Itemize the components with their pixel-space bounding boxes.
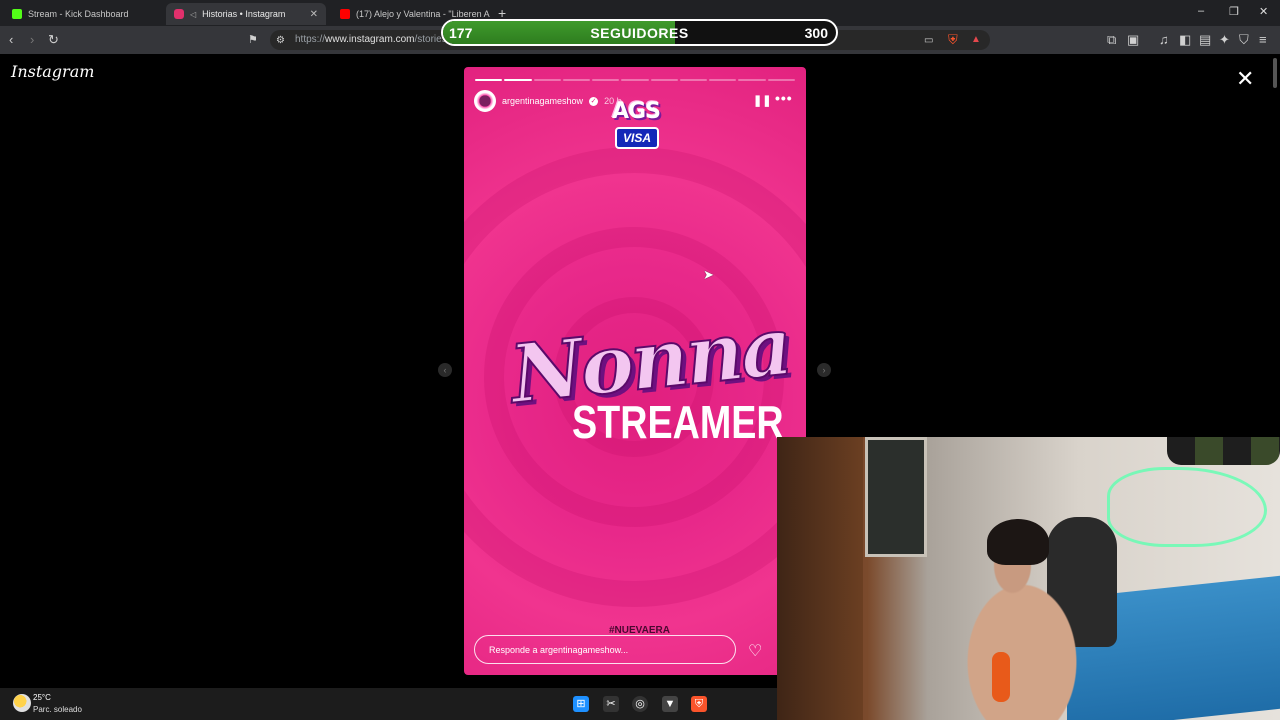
weather-description[interactable]: Parc. soleado [33,705,82,714]
leo-ai-icon[interactable]: ✦ [1219,32,1230,48]
tab-title: (17) Alejo y Valentina - "Liberen A Ca [356,9,492,19]
reload-icon[interactable]: ↻ [48,32,59,48]
app-icon[interactable]: ▼ [662,696,678,712]
reply-input[interactable]: Responde a argentinagameshow... [474,635,736,664]
progress-segment [650,79,678,81]
close-story-icon[interactable]: ✕ [1236,66,1254,92]
webcam-overlay [777,437,1280,720]
progress-segment [562,79,591,81]
brand-logo-text: AGS [612,99,661,124]
sidebar-icon[interactable]: ◧ [1179,32,1191,48]
vpn-icon[interactable]: ⛉ [1239,32,1249,48]
windows-start-icon[interactable]: ⊞ [573,696,589,712]
restore-icon[interactable]: ❐ [1229,5,1239,18]
next-story-icon[interactable]: › [817,363,831,377]
tab-kick-dashboard[interactable]: Stream - Kick Dashboard [4,3,164,25]
weather-temperature[interactable]: 25°C [33,693,51,702]
tab-title: Historias • Instagram [202,9,286,19]
webcam-neon-light [1107,467,1267,547]
back-icon[interactable]: ‹ [9,32,13,48]
progress-segment [621,79,649,81]
tab-title: Stream - Kick Dashboard [28,9,129,19]
progress-segment [738,79,766,81]
verified-badge-icon: ✓ [589,96,599,106]
more-options-icon[interactable]: ••• [775,90,793,106]
site-settings-icon[interactable]: ⚙ [276,33,285,49]
progress-segment [679,79,708,81]
instagram-logo[interactable]: Instagram [11,62,94,81]
webcam-window [865,437,927,557]
cast-icon[interactable]: ▭ [924,33,933,49]
tab-instagram[interactable]: ◁ Historias • Instagram ✕ [166,3,326,25]
url-text[interactable]: https://www.instagram.com/stories/ [295,34,450,45]
visa-badge: VISA [615,127,659,149]
forward-icon[interactable]: › [30,32,34,48]
story-header: argentinagameshow ✓ 20 h [474,90,622,112]
music-icon[interactable]: ♫ [1159,32,1169,48]
webcam-door [777,437,863,720]
taskbar [0,688,777,720]
wallet-icon[interactable]: ▤ [1199,32,1211,48]
story-progress [475,79,795,81]
youtube-icon [340,9,350,19]
webcam-caps [1167,437,1280,465]
story-viewer[interactable]: argentinagameshow ✓ 20 h ❚❚ ••• AGS VISA… [464,67,806,675]
pause-icon[interactable]: ❚❚ [753,94,771,107]
brave-shields-icon[interactable]: ⛨ [948,32,958,48]
close-tab-icon[interactable]: ✕ [310,9,318,20]
followers-goal-bar: 177 SEGUIDORES 300 [441,19,838,46]
menu-icon[interactable]: ≡ [1259,32,1267,48]
obs-icon[interactable]: ◎ [632,696,648,712]
followers-goal: 300 [804,25,828,41]
scrollbar[interactable] [1273,58,1277,88]
kick-icon [12,9,22,19]
bookmark-icon[interactable]: ⚑ [248,32,258,48]
progress-segment [504,79,532,81]
progress-segment [709,79,737,81]
capcut-icon[interactable]: ✂ [603,696,619,712]
instagram-icon [174,9,184,19]
weather-icon[interactable] [13,694,31,712]
progress-segment [533,79,561,81]
previous-story-icon[interactable]: ‹ [438,363,452,377]
window-close-icon[interactable]: ✕ [1259,5,1268,18]
extensions-icon[interactable]: ⧉ [1107,32,1116,48]
minimize-icon[interactable]: – [1198,5,1204,17]
screenshot-icon[interactable]: ▣ [1127,32,1139,48]
followers-label: SEGUIDORES [590,25,689,41]
mouse-cursor-icon: ➤ [703,267,714,282]
story-subheadline: STREAMER [572,396,784,448]
like-heart-icon[interactable]: ♡ [748,641,762,661]
progress-segment [767,79,795,81]
webcam-streamer-hair [987,519,1049,565]
screen: Stream - Kick Dashboard ◁ Historias • In… [0,0,1280,720]
webcam-microphone [992,652,1010,702]
progress-segment [475,79,503,81]
rewards-icon[interactable]: ▲ [971,32,981,48]
avatar[interactable] [474,90,496,112]
speaker-muted-icon[interactable]: ◁ [190,10,196,19]
story-username[interactable]: argentinagameshow [502,96,583,106]
progress-segment [592,79,620,81]
brave-browser-icon[interactable]: ⛨ [691,696,707,712]
